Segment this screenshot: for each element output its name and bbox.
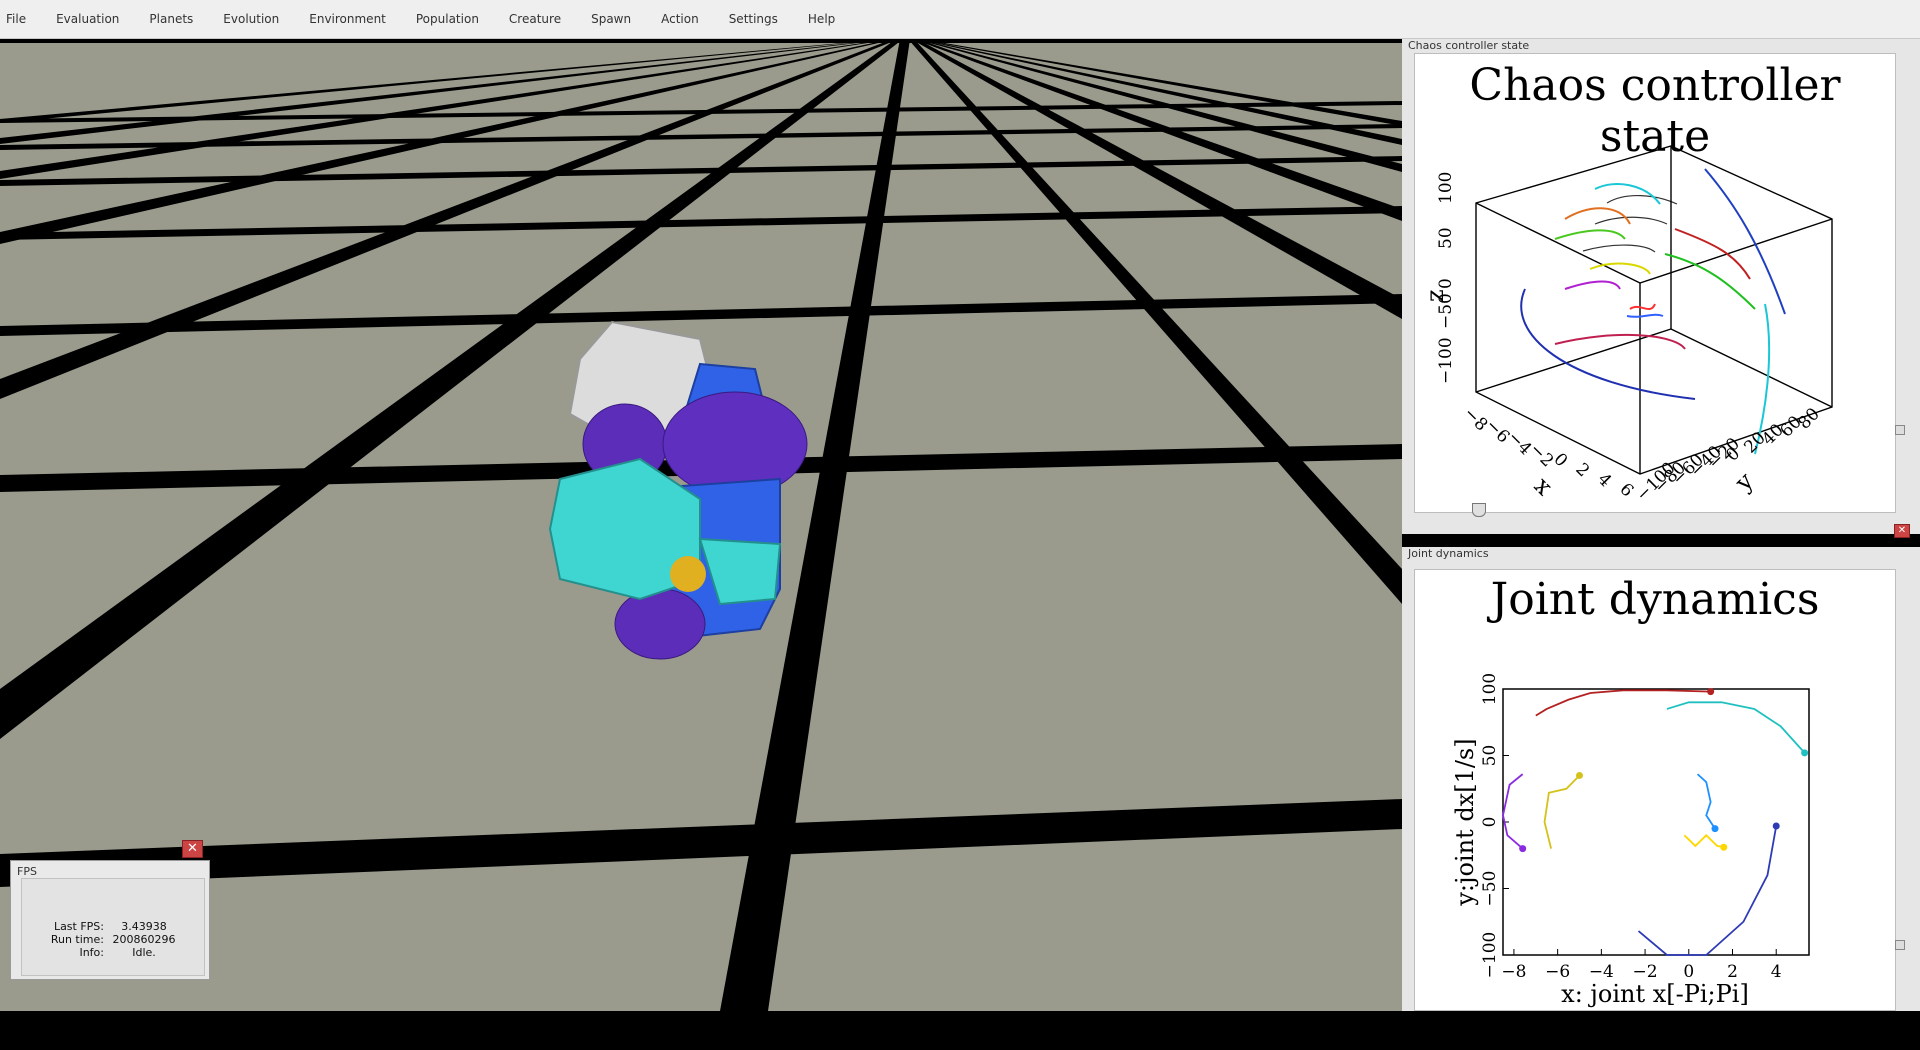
joint-plot-canvas: Joint dynamics −8 −6 −4 −2 0 2 4 −100 −50 0 50 100… <box>1414 569 1896 1011</box>
series-line-2 <box>1502 773 1524 850</box>
series-end-marker-0 <box>1707 688 1715 696</box>
joint-dynamics-panel: Joint dynamics Joint dynamics −8 −6 −4 −2 0 2… <box>1402 547 1920 1011</box>
joint-panel-title: Joint dynamics <box>1408 547 1489 560</box>
series-end-marker-6 <box>1772 822 1780 830</box>
y-tick-label: −100 <box>1480 932 1500 979</box>
fps-window: FPS Last FPS: 3.43938 Run time: 20086029… <box>10 860 210 980</box>
menu-population[interactable]: Population <box>408 0 501 38</box>
chaos-panel-title: Chaos controller state <box>1408 39 1530 52</box>
z-tick-0: 0 <box>1436 278 1456 289</box>
series-end-marker-1 <box>1801 749 1809 757</box>
menu-help[interactable]: Help <box>800 0 857 38</box>
chaos-3d-axes: 100 50 0 −50 −100 z −8 −6 −4 −2 0 2 4 6 … <box>1421 145 1833 506</box>
y-tick-label: 0 <box>1480 817 1500 828</box>
series-end-marker-4 <box>1711 825 1719 833</box>
splitter-handle-top[interactable] <box>1895 425 1905 435</box>
x-tick-label: 0 <box>1683 962 1694 982</box>
z-tick-neg100: −100 <box>1436 337 1456 384</box>
menu-bar: File Evaluation Planets Evolution Enviro… <box>0 0 1920 39</box>
series-end-marker-2 <box>1519 845 1527 853</box>
x-tick-4: 4 <box>1593 469 1615 491</box>
y-tick-label: 50 <box>1480 745 1500 767</box>
menu-environment[interactable]: Environment <box>301 0 408 38</box>
z-axis-label: z <box>1421 289 1449 302</box>
series-end-marker-5 <box>1720 843 1728 851</box>
joint-ylabel: y:joint dx[1/s] <box>1451 738 1479 906</box>
menu-settings[interactable]: Settings <box>721 0 800 38</box>
x-tick-label: −2 <box>1633 962 1658 982</box>
chaos-plot-canvas: Chaos controller state 100 50 0 −50 −100… <box>1414 53 1896 513</box>
x-axis-label: x <box>1529 471 1559 501</box>
series-line-3 <box>1543 774 1581 849</box>
menu-creature[interactable]: Creature <box>501 0 583 38</box>
fps-window-title: FPS <box>17 865 37 878</box>
3d-viewport[interactable] <box>0 39 1402 1011</box>
y-tick-label: −50 <box>1480 871 1500 907</box>
plot-frame <box>1502 688 1810 956</box>
fps-close-button[interactable]: ✕ <box>182 840 203 858</box>
scroll-thumb[interactable] <box>1472 503 1486 517</box>
menu-evaluation[interactable]: Evaluation <box>48 0 141 38</box>
x-tick-label: 4 <box>1771 962 1782 982</box>
ground-grid <box>0 39 1402 1011</box>
menu-action[interactable]: Action <box>653 0 721 38</box>
series-line-1 <box>1666 701 1806 754</box>
menu-evolution[interactable]: Evolution <box>215 0 301 38</box>
series-line-4 <box>1696 773 1716 830</box>
x-tick-label: −4 <box>1589 962 1614 982</box>
menu-spawn[interactable]: Spawn <box>583 0 653 38</box>
y-axis-label: y <box>1729 467 1759 497</box>
x-tick-label: 2 <box>1727 962 1738 982</box>
series-line-6 <box>1637 825 1778 956</box>
joint-xlabel: x: joint x[-Pi;Pi] <box>1561 980 1749 1008</box>
z-tick-50: 50 <box>1436 227 1456 249</box>
chaos-panel-close-button[interactable]: ✕ <box>1894 524 1910 538</box>
chaos-controller-panel: Chaos controller state Chaos controller … <box>1402 39 1920 538</box>
x-tick-label: −8 <box>1501 962 1526 982</box>
fps-content: Last FPS: 3.43938 Run time: 200860296 In… <box>21 878 205 976</box>
joint-dynamics-chart: −8 −6 −4 −2 0 2 4 −100 −50 0 50 100 x: joint x[-Pi… <box>1451 673 1810 1008</box>
menu-planets[interactable]: Planets <box>141 0 215 38</box>
z-tick-100: 100 <box>1436 172 1456 204</box>
splitter-handle-bottom[interactable] <box>1895 940 1905 950</box>
series-end-marker-3 <box>1576 771 1583 779</box>
series-line-5 <box>1683 834 1724 849</box>
y-tick-label: 100 <box>1480 673 1500 705</box>
menu-file[interactable]: File <box>0 0 48 38</box>
x-tick-label: −6 <box>1545 962 1570 982</box>
x-tick-2: 2 <box>1571 459 1593 481</box>
